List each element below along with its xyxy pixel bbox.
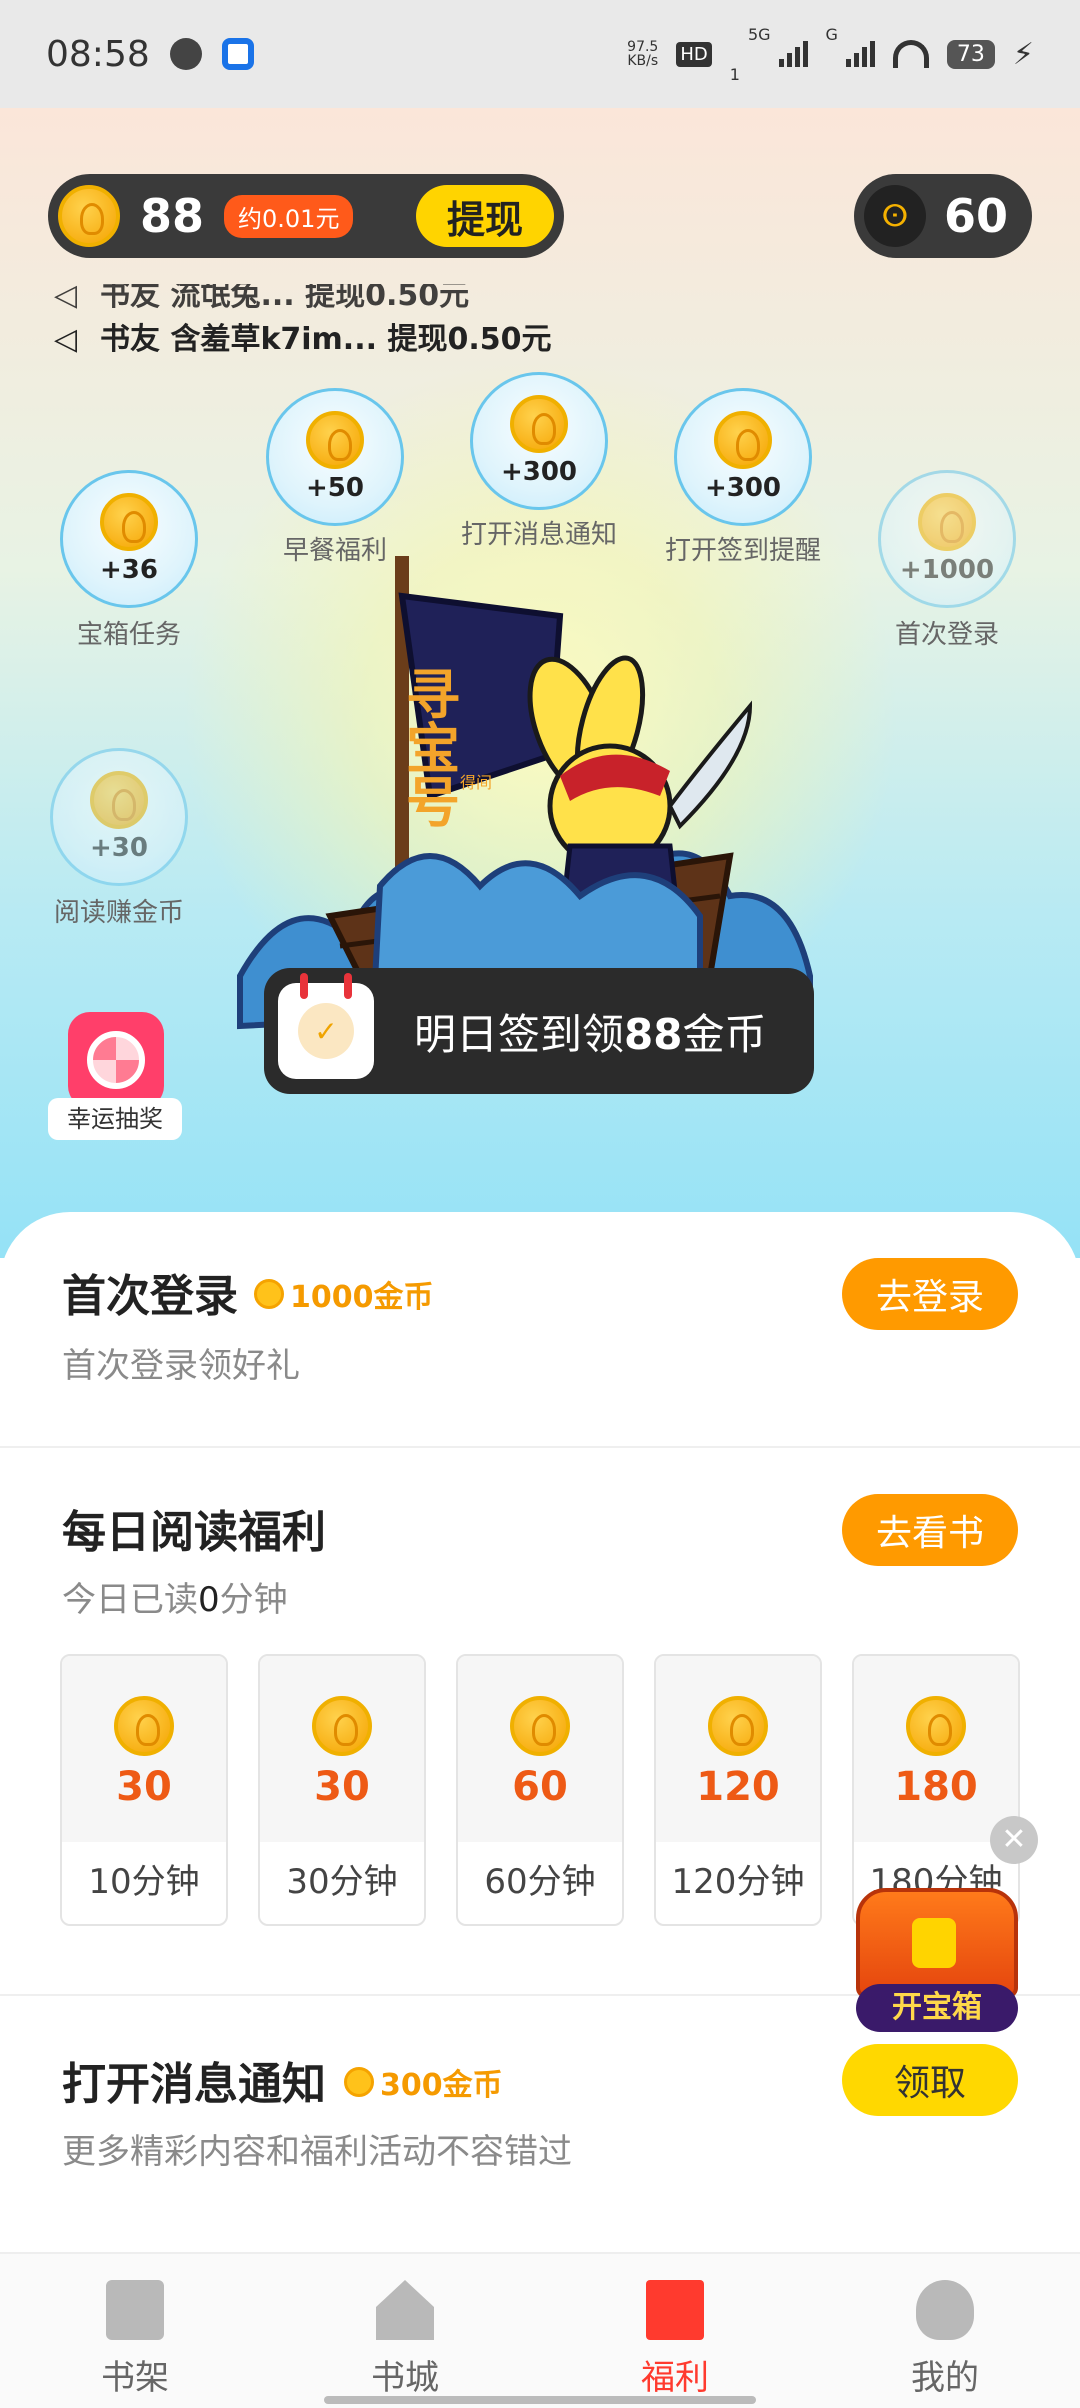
net-5g-label: 5G <box>747 24 771 44</box>
home-icon <box>376 2280 434 2340</box>
go-login-button[interactable]: 去登录 <box>842 1258 1018 1330</box>
divider <box>0 1446 1080 1448</box>
bubble-breakfast-bonus[interactable]: +50 <box>266 388 404 526</box>
sim-indicator: 1 <box>729 64 740 84</box>
vip-icon: ⵙ <box>864 185 926 247</box>
home-indicator[interactable] <box>324 2396 756 2404</box>
toast-text: 明日签到领88金币 <box>414 1009 767 1059</box>
signin-toast: ✓ 明日签到领88金币 <box>264 968 814 1094</box>
withdraw-button[interactable]: 提现 <box>416 185 554 247</box>
bubble-treasure-task[interactable]: +36 <box>60 470 198 608</box>
first-login-title: 首次登录 <box>62 1271 238 1322</box>
signal-icon <box>778 41 808 67</box>
vip-count: 60 <box>944 189 1009 243</box>
bubble-label: 打开消息通知 <box>460 520 617 550</box>
first-login-subtitle: 首次登录领好礼 <box>62 1346 300 1386</box>
notification-task-title: 打开消息通知 <box>62 2059 326 2110</box>
calendar-icon: ✓ <box>278 973 374 1079</box>
bubble-first-login[interactable]: +1000 <box>878 470 1016 608</box>
open-chest-label: 开宝箱 <box>856 1984 1018 2032</box>
bubble-label: 阅读赚金币 <box>53 898 184 928</box>
close-icon[interactable]: ✕ <box>990 1816 1038 1864</box>
nav-bookshelf[interactable]: 书架 <box>0 2254 270 2408</box>
withdraw-ticker-prev: ◁ 书友 流氓兔... 提现0.50元 <box>54 278 470 313</box>
coin-icon <box>100 493 158 551</box>
first-login-reward: 1000金币 <box>254 1272 434 1316</box>
go-read-button[interactable]: 去看书 <box>842 1494 1018 1566</box>
coin-icon <box>306 411 364 469</box>
bubble-label: 宝箱任务 <box>76 620 181 650</box>
battery-level: 73 <box>946 39 995 69</box>
wifi-icon <box>892 40 929 68</box>
lucky-draw-label: 幸运抽奖 <box>48 1098 182 1140</box>
coin-icon <box>58 185 120 247</box>
signal-icon-2 <box>845 41 875 67</box>
bookshelf-icon <box>106 2280 164 2340</box>
coin-icon <box>344 2067 374 2097</box>
coin-icon <box>90 771 148 829</box>
daily-reading-subtitle: 今日已读0分钟 <box>62 1580 288 1620</box>
net-g-label: G <box>825 24 838 44</box>
sail-sub-text: 得间 <box>460 773 492 792</box>
reading-reward-tile[interactable]: 60 60分钟 <box>456 1654 624 1926</box>
nav-welfare[interactable]: 福利 <box>540 2254 810 2408</box>
network-speed: 97.5 KB/s <box>627 39 659 69</box>
coin-count: 88 <box>140 189 205 243</box>
speaker-icon: ◁ <box>54 278 78 313</box>
bottom-nav: 书架 书城 福利 我的 <box>0 2252 1080 2408</box>
claim-button[interactable]: 领取 <box>842 2044 1018 2116</box>
nav-bookstore[interactable]: 书城 <box>270 2254 540 2408</box>
charging-icon: ⚡ <box>1012 36 1034 72</box>
hd-icon: HD <box>676 41 712 67</box>
bubble-reading-coins[interactable]: +30 <box>50 748 188 886</box>
lucky-wheel-icon <box>68 1012 164 1108</box>
daily-reading-title: 每日阅读福利 <box>62 1507 326 1558</box>
withdraw-ticker: ◁ 书友 含羞草k7im... 提现0.50元 <box>54 322 552 357</box>
reading-reward-tile[interactable]: 120 120分钟 <box>654 1654 822 1926</box>
coin-icon <box>714 411 772 469</box>
coin-icon <box>918 493 976 551</box>
gift-icon <box>646 2280 704 2340</box>
notification-task-subtitle: 更多精彩内容和福利活动不容错过 <box>62 2132 572 2172</box>
reading-reward-tile[interactable]: 30 10分钟 <box>60 1654 228 1926</box>
bubble-signin-reminder[interactable]: +300 <box>674 388 812 526</box>
sail-text: 寻宝号 <box>397 666 460 828</box>
profile-icon <box>916 2280 974 2340</box>
reading-reward-tile[interactable]: 30 30分钟 <box>258 1654 426 1926</box>
coin-icon <box>254 1279 284 1309</box>
coin-icon <box>708 1696 768 1756</box>
coin-icon <box>906 1696 966 1756</box>
lucky-draw-button[interactable]: 幸运抽奖 <box>48 1012 182 1140</box>
coin-icon <box>510 1696 570 1756</box>
coin-balance-bar: 88 约0.01元 提现 <box>48 174 564 258</box>
notification-task-reward: 300金币 <box>344 2060 503 2104</box>
coin-icon <box>114 1696 174 1756</box>
coin-value-approx: 约0.01元 <box>224 194 354 238</box>
status-bar: 08:58 97.5 KB/s HD 1 5G G 73 ⚡ <box>0 0 1080 108</box>
bubble-label: 首次登录 <box>894 620 999 650</box>
lock-icon <box>912 1918 956 1968</box>
nav-profile[interactable]: 我的 <box>810 2254 1080 2408</box>
speaker-icon: ◁ <box>54 322 78 357</box>
coin-icon <box>312 1696 372 1756</box>
status-time: 08:58 <box>46 33 150 75</box>
vip-badge[interactable]: ⵙ 60 <box>854 174 1032 258</box>
open-chest-button[interactable]: 开宝箱 <box>852 1884 1022 2036</box>
welfare-hero: 88 约0.01元 提现 ⵙ 60 ◁ 书友 流氓兔... 提现0.50元 ◁ 书友… <box>0 108 1080 1258</box>
notification-icon <box>169 38 202 70</box>
app-notification-icon <box>221 38 254 70</box>
bubble-open-notifications[interactable]: +300 <box>470 372 608 510</box>
coin-icon <box>510 395 568 453</box>
